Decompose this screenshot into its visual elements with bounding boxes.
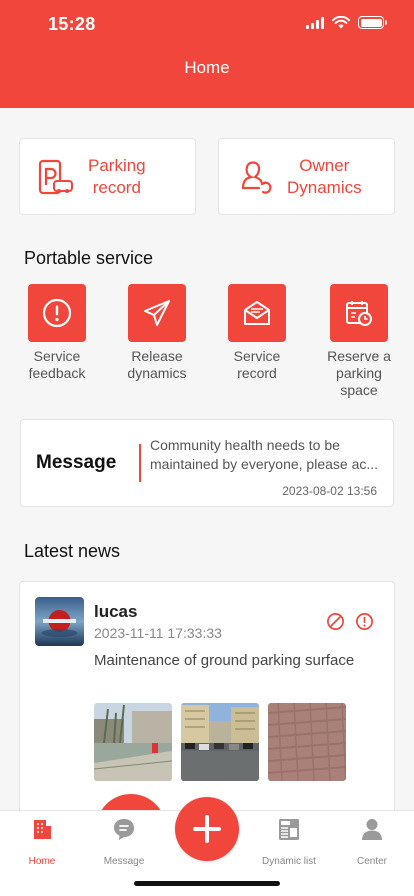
block-icon[interactable] [326,612,345,631]
tab-home[interactable]: Home [2,817,82,867]
news-body: Maintenance of ground parking surface [94,652,355,669]
home-content[interactable]: Parking record Owner Dynamics Portable s… [0,108,414,810]
service-record-button[interactable]: Service record [219,284,295,382]
service-record-tile [228,284,286,342]
message-text-line2: maintained by everyone, please ac... [150,456,379,472]
news-images [94,703,346,781]
home-indicator[interactable] [134,881,280,886]
reserve-parking-tile [330,284,388,342]
status-icons [306,16,387,29]
news-author: lucas [94,602,138,621]
exclamation-circle-icon [42,298,72,328]
message-text-line1: Community health needs to be [150,437,340,453]
wifi-icon [332,16,350,29]
tab-center[interactable]: Center [332,817,412,867]
chat-bubble-icon [114,819,134,840]
service-feedback-label: Service feedback [28,348,86,381]
person-icon [362,819,382,840]
message-divider [139,444,141,482]
parking-record-label: Parking record [88,155,146,197]
message-title: Message [36,452,117,473]
parking-record-card[interactable]: Parking record [19,138,196,215]
news-image-3[interactable] [268,703,346,781]
message-date: 2023-08-02 13:56 [282,484,377,498]
status-time: 15:28 [48,14,96,34]
tab-message[interactable]: Message [84,817,164,867]
latest-news-title: Latest news [24,541,121,561]
building-icon [34,820,51,839]
tab-dynamic-list-label: Dynamic list [262,856,316,867]
news-time: 2023-11-11 17:33:33 [94,625,222,641]
release-dynamics-tile [128,284,186,342]
add-button[interactable] [175,797,239,861]
paper-plane-icon [144,300,170,326]
reserve-parking-button[interactable]: Reserve a parking space [321,284,397,399]
message-card[interactable]: Message Community health needs to be mai… [20,419,394,507]
news-image-2[interactable] [181,703,259,781]
tab-dynamic-list[interactable]: Dynamic list [249,817,329,867]
plus-icon [193,815,221,843]
avatar-image [35,597,84,646]
tab-center-label: Center [356,856,387,867]
service-feedback-button[interactable]: Service feedback [19,284,95,382]
app-header: 15:28 Home [0,0,414,108]
release-dynamics-label: Release dynamics [127,348,187,381]
envelope-icon [244,301,270,325]
news-post-card[interactable]: lucas 2023-11-11 17:33:33 Maintenance of… [19,581,395,810]
message-preview: Community health needs to be maintained … [150,436,382,474]
tab-message-label: Message [103,856,145,867]
home-screen: 15:28 Home Parking record Owner Dynamics… [0,0,414,896]
page-title: Home [184,58,230,77]
service-record-label: Service record [233,348,281,381]
service-feedback-tile [28,284,86,342]
owner-dynamics-label: Owner Dynamics [287,155,362,197]
owner-dynamics-card[interactable]: Owner Dynamics [218,138,395,215]
signal-icon [306,16,324,29]
calendar-clock-icon [346,301,372,326]
tab-home-label: Home [28,856,56,867]
avatar[interactable] [35,597,84,646]
owner-dynamics-icon [241,160,272,194]
battery-icon [358,16,387,29]
release-dynamics-button[interactable]: Release dynamics [119,284,195,382]
news-image-1[interactable] [94,703,172,781]
news-actions [326,612,374,631]
reserve-parking-label: Reserve a parking space [327,348,391,398]
newspaper-icon [279,819,299,840]
parking-record-icon [38,159,73,194]
portable-service-title: Portable service [24,248,154,268]
report-icon[interactable] [355,612,374,631]
